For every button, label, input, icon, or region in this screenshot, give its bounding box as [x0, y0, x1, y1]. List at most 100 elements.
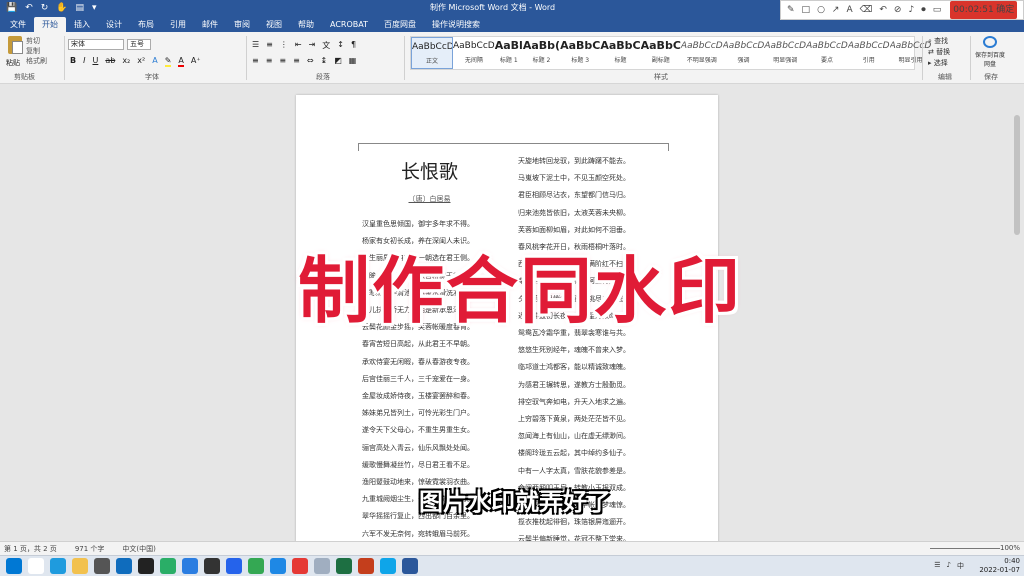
- tab-mailings[interactable]: 邮件: [194, 17, 226, 32]
- mail-icon[interactable]: [116, 558, 132, 574]
- tab-baidu[interactable]: 百度网盘: [376, 17, 424, 32]
- search-icon[interactable]: [28, 558, 44, 574]
- explorer-icon[interactable]: [72, 558, 88, 574]
- font-size-select[interactable]: 五号: [127, 39, 151, 50]
- style-item[interactable]: AaBbCcD 要点: [806, 37, 848, 69]
- print-preview-icon[interactable]: ▤: [76, 0, 85, 16]
- eraser-icon[interactable]: ⌫: [860, 1, 873, 19]
- justify-icon[interactable]: ≡: [293, 56, 300, 65]
- line-spacing-icon[interactable]: ↨: [321, 56, 328, 65]
- customize-icon[interactable]: ▾: [92, 0, 97, 16]
- highlight-icon[interactable]: ✎: [164, 56, 172, 67]
- distribute-icon[interactable]: ⇔: [307, 56, 314, 65]
- numbering-icon[interactable]: ≡: [266, 40, 273, 51]
- scroll-thumb[interactable]: [1014, 115, 1020, 235]
- align-right-icon[interactable]: ≡: [279, 56, 286, 65]
- redo-icon[interactable]: ↻: [41, 0, 49, 16]
- network-icon[interactable]: ☰: [934, 561, 940, 571]
- clear-icon[interactable]: ⊘: [894, 1, 902, 19]
- sort-icon[interactable]: ↕: [337, 40, 344, 51]
- tab-view[interactable]: 视图: [258, 17, 290, 32]
- edge-icon[interactable]: [50, 558, 66, 574]
- ime-indicator[interactable]: 中: [957, 561, 964, 571]
- pen-icon[interactable]: ✎: [787, 1, 795, 19]
- ppt-icon[interactable]: [358, 558, 374, 574]
- language-indicator[interactable]: 中文(中国): [122, 544, 155, 554]
- app-icon[interactable]: [314, 558, 330, 574]
- tab-home[interactable]: 开始: [34, 17, 66, 32]
- text-effects-icon[interactable]: A: [152, 56, 157, 67]
- bullets-icon[interactable]: ☰: [252, 40, 259, 51]
- security-icon[interactable]: [270, 558, 286, 574]
- copy-button[interactable]: 复制: [26, 46, 47, 56]
- font-name-select[interactable]: 宋体: [68, 39, 124, 50]
- decrease-indent-icon[interactable]: ⇤: [295, 40, 302, 51]
- undo-icon[interactable]: ↶: [879, 1, 887, 19]
- zoom-level[interactable]: 100%: [1000, 544, 1020, 552]
- italic-button[interactable]: I: [83, 56, 85, 67]
- word-count[interactable]: 971 个字: [75, 544, 105, 554]
- align-center-icon[interactable]: ≡: [266, 56, 273, 65]
- terminal-icon[interactable]: [204, 558, 220, 574]
- replace-button[interactable]: ⇄ 替换: [928, 47, 950, 58]
- undo-icon[interactable]: ↶: [25, 0, 33, 16]
- borders-icon[interactable]: ▦: [349, 56, 357, 65]
- style-item[interactable]: AaBbCcD 不明显强调: [681, 37, 723, 69]
- clock[interactable]: 0:40 2022-01-07: [979, 557, 1020, 575]
- style-item[interactable]: AaBbC 副标题: [641, 37, 681, 69]
- cut-button[interactable]: 剪切: [26, 36, 47, 46]
- zoom-slider[interactable]: [930, 548, 1000, 549]
- tab-design[interactable]: 设计: [98, 17, 130, 32]
- rectangle-icon[interactable]: □: [802, 1, 811, 19]
- qq-icon[interactable]: [138, 558, 154, 574]
- text-icon[interactable]: A: [846, 1, 852, 19]
- style-item[interactable]: AaBl 标题 1: [495, 37, 523, 69]
- store-icon[interactable]: [226, 558, 242, 574]
- wechat-icon[interactable]: [160, 558, 176, 574]
- strikethrough-button[interactable]: ab: [105, 56, 115, 67]
- select-button[interactable]: ▸ 选择: [928, 58, 950, 69]
- save-to-baidu-button[interactable]: 保存到百度网盘: [975, 36, 1005, 68]
- tab-references[interactable]: 引用: [162, 17, 194, 32]
- align-left-icon[interactable]: ≡: [252, 56, 259, 65]
- style-item[interactable]: AaBbCcD 引用: [848, 37, 890, 69]
- multilevel-list-icon[interactable]: ⋮: [280, 40, 288, 51]
- style-item[interactable]: AaBbCcD 正文: [411, 37, 453, 69]
- dingtalk-icon[interactable]: [182, 558, 198, 574]
- word-icon[interactable]: [402, 558, 418, 574]
- touch-icon[interactable]: ✋: [56, 0, 67, 16]
- tell-me-search[interactable]: 操作说明搜索: [424, 17, 488, 32]
- volume-icon[interactable]: ♪: [908, 1, 914, 19]
- font-color-icon[interactable]: A: [178, 56, 184, 67]
- style-item[interactable]: AaBbCcD 无间隔: [453, 37, 495, 69]
- bold-button[interactable]: B: [70, 56, 76, 67]
- font-size-up-button[interactable]: A⁺: [191, 56, 201, 67]
- mic-icon[interactable]: ⏺: [921, 1, 926, 19]
- camera-icon[interactable]: [94, 558, 110, 574]
- browser-icon[interactable]: [380, 558, 396, 574]
- style-item[interactable]: AaBbCcD 强调: [723, 37, 765, 69]
- music-icon[interactable]: [292, 558, 308, 574]
- camera-icon[interactable]: ▭: [933, 1, 942, 19]
- arrow-icon[interactable]: ↗: [832, 1, 840, 19]
- show-marks-icon[interactable]: ¶: [351, 40, 356, 51]
- volume-icon[interactable]: ♪: [947, 561, 951, 571]
- superscript-button[interactable]: x²: [137, 56, 145, 67]
- start-icon[interactable]: [6, 558, 22, 574]
- style-item[interactable]: AaBb(标题 2: [523, 37, 560, 69]
- circle-icon[interactable]: ○: [817, 1, 825, 19]
- tab-layout[interactable]: 布局: [130, 17, 162, 32]
- subscript-button[interactable]: x₂: [122, 56, 130, 67]
- tab-acrobat[interactable]: ACROBAT: [322, 17, 376, 32]
- increase-indent-icon[interactable]: ⇥: [309, 40, 316, 51]
- shading-icon[interactable]: ◩: [334, 56, 342, 65]
- chinese-layout-icon[interactable]: 文: [322, 40, 330, 51]
- style-item[interactable]: AaBbC 标题 3: [560, 37, 600, 69]
- excel-icon[interactable]: [336, 558, 352, 574]
- page-count[interactable]: 第 1 页，共 2 页: [4, 544, 57, 554]
- find-button[interactable]: ⌕ 查找: [928, 36, 950, 47]
- underline-button[interactable]: U: [92, 56, 98, 67]
- tab-insert[interactable]: 插入: [66, 17, 98, 32]
- style-item[interactable]: AaBbC 标题: [600, 37, 640, 69]
- paste-button[interactable]: 粘贴: [4, 36, 26, 67]
